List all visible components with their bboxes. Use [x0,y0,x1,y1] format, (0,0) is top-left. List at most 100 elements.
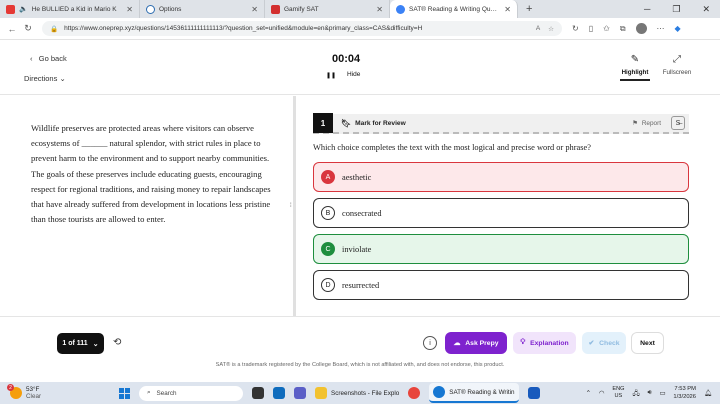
directions-dropdown[interactable]: Directions ⌄ [24,74,66,83]
taskbar-app-label: Screenshots - File Explo [331,389,400,397]
profile-avatar[interactable] [635,23,647,34]
question-count: 1 of 111 [62,340,88,347]
favorite-star-icon[interactable]: ☆ [548,25,554,33]
expand-icon: ⤢ [673,54,681,65]
ask-prepy-button[interactable]: ☁ Ask Prepy [445,332,507,354]
taskbar-search[interactable]: ⌕ Search [139,385,243,401]
fullscreen-button[interactable]: ⤢ Fullscreen [662,54,692,76]
url-field[interactable]: 🔒 https://www.oneprep.xyz/questions/1453… [42,21,562,36]
highlight-tool[interactable]: ✎ Highlight [620,54,650,81]
answer-choice-b[interactable]: B consecrated [313,198,689,228]
taskbar-app-edge[interactable]: SAT® Reading & Writin [429,383,519,403]
answer-choice-a[interactable]: A aesthetic [313,162,689,192]
next-button[interactable]: Next [631,332,664,354]
close-tab-icon[interactable]: ✕ [126,5,133,14]
info-icon[interactable]: i [423,336,437,350]
gamify-icon [271,4,280,14]
page-header: ‹ Go back Directions ⌄ 00:04 ❚❚ Hide ✎ H… [0,40,720,95]
notification-badge: 2 [7,384,14,391]
flag-icon: ⚑ [632,120,638,127]
browser-tab-1[interactable]: 🔈 He BULLIED a Kid in Mario K ✕ [0,0,140,18]
refresh-icon[interactable]: ↻ [20,23,36,34]
page-footer: 1 of 111 ⌄ ⟲ i ☁ Ask Prepy 💡︎ Explanatio… [0,316,720,382]
go-back-link[interactable]: ‹ Go back [30,54,67,63]
notifications-bell-icon[interactable]: 🔔︎ [704,389,712,397]
restore-icon[interactable]: ❐ [672,4,680,15]
browser-tab-bar: 🔈 He BULLIED a Kid in Mario K ✕ Options … [0,0,720,18]
favorites-icon[interactable]: ✩ [603,24,610,33]
choice-text: resurrected [342,280,380,290]
window-controls: ─ ❐ ✕ [644,4,720,15]
question-navigator-button[interactable]: 1 of 111 ⌄ [57,333,104,354]
browser-tab-3[interactable]: Gamify SAT ✕ [265,0,390,18]
weather-widget[interactable]: 2 53°F Clear [0,384,110,400]
back-arrow-icon[interactable]: ← [4,24,20,34]
ask-prepy-label: Ask Prepy [465,339,499,347]
minimize-icon[interactable]: ─ [644,4,650,15]
resize-grip-icon[interactable]: ⁞ [290,203,292,209]
chevron-down-icon: ⌄ [92,340,99,348]
split-screen-icon[interactable]: ▯ [589,24,593,33]
passage-text: Wildlife preserves are protected areas w… [31,123,271,225]
windows-start-icon[interactable] [119,387,130,399]
close-tab-icon[interactable]: ✕ [504,5,511,14]
task-view-icon[interactable] [252,387,264,399]
speaker-icon[interactable]: 🔈 [19,5,28,13]
explanation-label: Explanation [530,339,569,347]
trademark-disclaimer: SAT® is a trademark registered by the Co… [215,362,505,368]
report-button[interactable]: ⚑ Report [632,119,661,128]
answer-choice-c[interactable]: C inviolate [313,234,689,264]
chevron-left-icon: ‹ [30,54,33,63]
copilot-icon[interactable]: ◆ [675,24,681,33]
pause-icon[interactable]: ❚❚ [326,72,336,79]
strikethrough-icon: S̶ [675,119,681,127]
weather-desc: Clear [26,393,42,400]
bookmark-icon: 🔖︎ [341,118,352,128]
chrome-icon[interactable] [408,387,421,399]
mark-for-review-label: Mark for Review [355,119,406,127]
close-window-icon[interactable]: ✕ [702,4,710,15]
teams-icon[interactable] [294,387,306,399]
network-icon[interactable]: 🖧︎ [632,388,639,399]
wifi-icon[interactable]: ◠ [599,390,605,397]
chat-bot-icon: ☁ [453,340,461,347]
edge-icon [433,386,446,398]
question-header: 1 🔖︎ Mark for Review ⚑ Report S̶ [313,113,689,134]
strikethrough-toggle[interactable]: S̶ [671,116,685,130]
weather-temp: 53°F [26,386,40,393]
language-indicator[interactable]: ENG US [612,386,624,400]
oneprep-icon [396,4,405,14]
refresh-page-icon[interactable]: ↻ [572,24,579,33]
browser-toolbar: ↻ ▯ ✩ ⧉ ⋯ ◆ [572,23,681,34]
collections-icon[interactable]: ⧉ [620,24,626,34]
pane-divider[interactable] [293,96,296,316]
browser-tab-4[interactable]: SAT® Reading & Writing Questio ✕ [390,0,518,18]
close-tab-icon[interactable]: ✕ [251,5,258,14]
hide-timer-button[interactable]: Hide [347,71,360,78]
explanation-button[interactable]: 💡︎ Explanation [513,332,576,354]
pencil-icon: ✎ [630,54,640,65]
answer-choice-d[interactable]: D resurrected [313,270,689,300]
clock[interactable]: 7:53 PM 1/3/2026 [673,385,696,401]
chevron-up-icon[interactable]: ⌃ [586,390,591,397]
mark-for-review-button[interactable]: 🔖︎ Mark for Review [341,119,406,128]
highlight-label: Highlight [620,69,650,81]
taskbar-app-file-explorer[interactable]: Screenshots - File Explo [315,387,399,399]
browser-tab-2[interactable]: Options ✕ [140,0,265,18]
history-icon[interactable]: ⟲ [113,337,121,348]
word-icon[interactable] [527,387,540,399]
directions-label: Directions [24,74,58,83]
more-menu-icon[interactable]: ⋯ [657,24,665,33]
options-icon [146,4,155,14]
check-button[interactable]: ✔ Check [582,332,626,354]
language-code: ENG [612,386,625,392]
close-tab-icon[interactable]: ✕ [376,5,383,14]
read-aloud-icon[interactable]: A [536,25,540,33]
clock-time: 7:53 PM [674,386,696,392]
choice-text: aesthetic [342,172,372,182]
speaker-icon[interactable]: 🔊︎ [648,389,652,397]
outlook-icon[interactable] [273,387,285,399]
battery-icon[interactable]: ▭ [659,390,665,397]
taskbar-app-label: SAT® Reading & Writin [449,388,515,396]
new-tab-icon[interactable]: + [526,3,532,15]
